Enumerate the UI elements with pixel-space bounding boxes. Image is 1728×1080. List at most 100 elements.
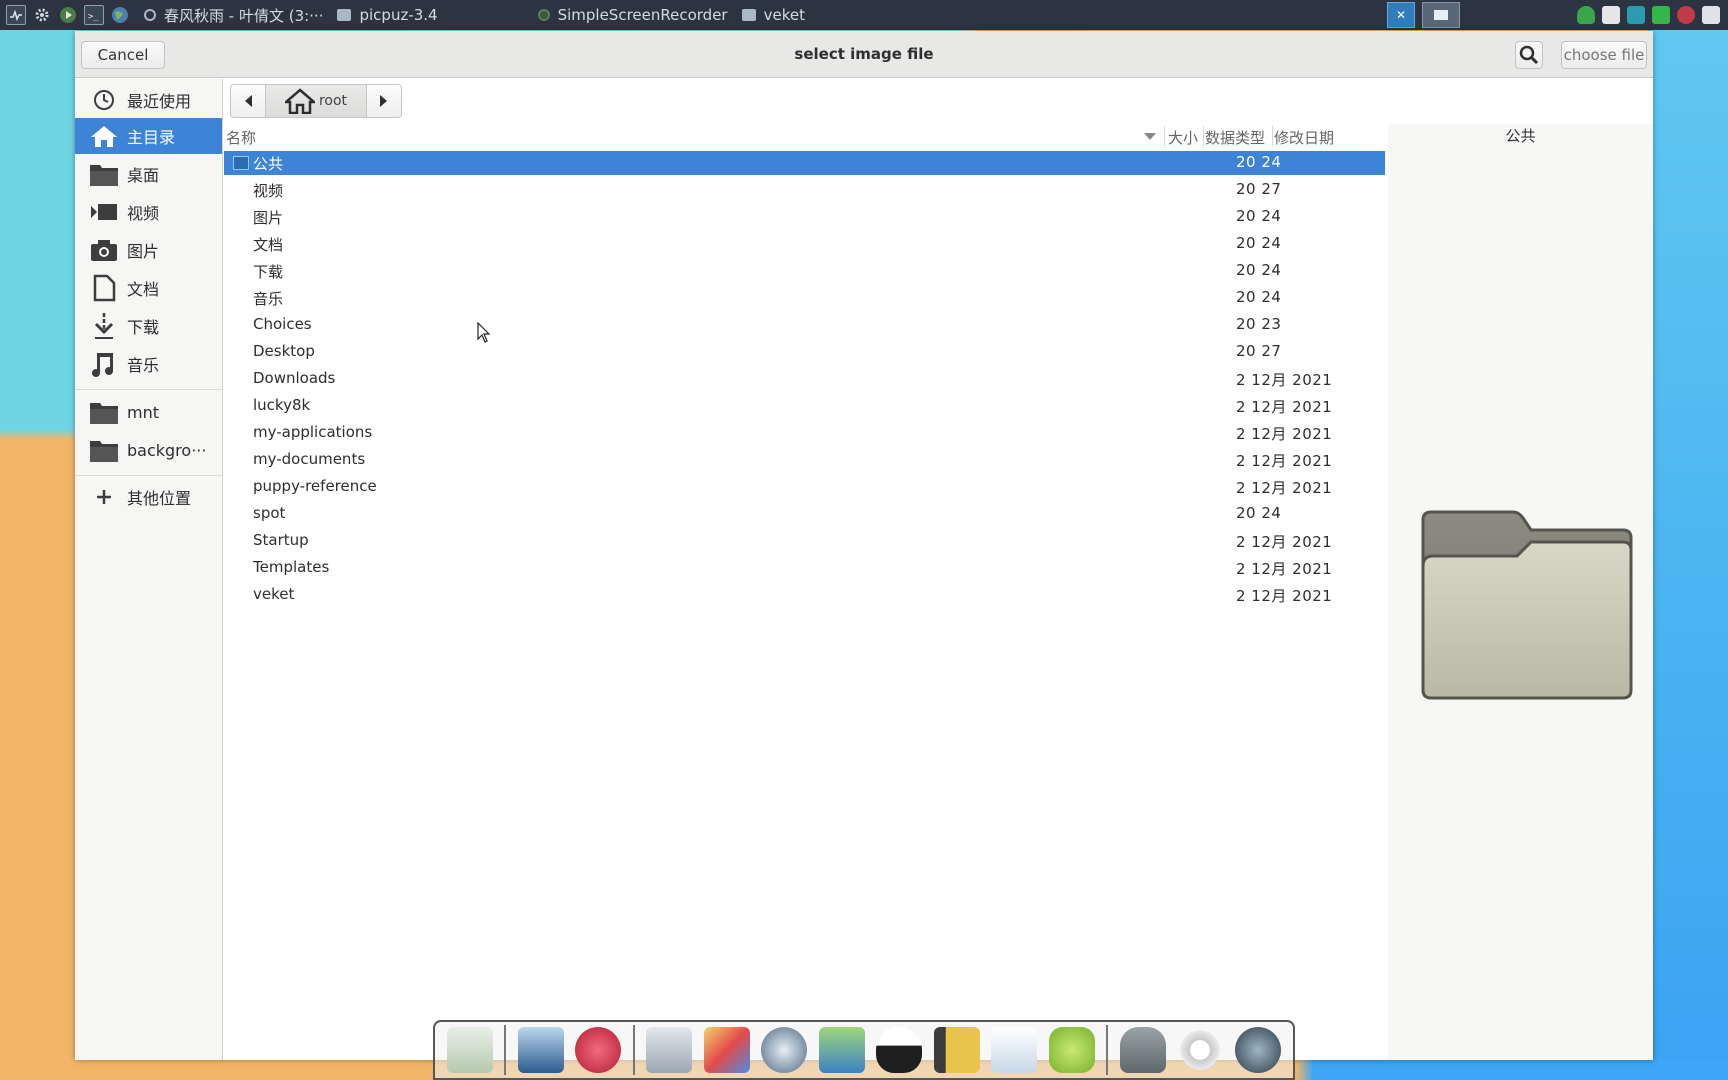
file-name: 公共 <box>253 155 284 173</box>
path-segment-label: root <box>318 93 348 109</box>
file-modified: 2 12月 2021 <box>1236 398 1333 416</box>
mouse-cursor-icon <box>477 322 491 343</box>
taskbar-task-label: picpuz-3.4 <box>359 6 438 24</box>
terminal-icon[interactable]: >_ <box>84 5 104 25</box>
file-row[interactable]: Downloads 2 12月 2021 <box>224 367 1385 391</box>
dock-separator <box>504 1025 507 1075</box>
globe-icon[interactable] <box>110 5 130 25</box>
file-row[interactable]: my-applications 2 12月 2021 <box>224 421 1385 445</box>
file-modified: 2 12月 2021 <box>1236 452 1333 470</box>
drive-icon[interactable] <box>1119 1027 1166 1073</box>
sidebar-item-home[interactable]: 主目录 <box>75 118 222 154</box>
taskbar-task-recorder[interactable]: SimpleScreenRecorder <box>537 6 728 24</box>
file-row[interactable]: my-documents 2 12月 2021 <box>224 448 1385 472</box>
paint-icon[interactable] <box>703 1027 750 1073</box>
file-modified: 20 24 <box>1236 504 1282 522</box>
file-modified: 2 12月 2021 <box>1236 533 1333 551</box>
file-row[interactable]: 下载 20 24 <box>224 259 1385 283</box>
sidebar-item-label: 视频 <box>127 204 160 223</box>
file-modified: 2 12月 2021 <box>1236 560 1333 578</box>
taskbar-task-veket[interactable]: veket <box>741 6 805 24</box>
svg-text:>_: >_ <box>88 12 99 21</box>
file-row[interactable]: 图片 20 24 <box>224 205 1385 229</box>
sidebar-divider <box>75 389 222 390</box>
sidebar-item-pictures[interactable]: 图片 <box>75 232 222 268</box>
play-icon[interactable] <box>58 5 78 25</box>
sidebar-divider <box>75 475 222 476</box>
file-row[interactable]: lucky8k 2 12月 2021 <box>224 394 1385 418</box>
sidebar-item-desktop[interactable]: 桌面 <box>75 156 222 192</box>
sidebar-item-background[interactable]: backgro··· <box>75 432 222 468</box>
file-row[interactable]: 视频 20 27 <box>224 178 1385 202</box>
column-modified[interactable]: 修改日期 <box>1274 127 1334 148</box>
sort-descending-icon <box>1144 133 1156 140</box>
file-row[interactable]: veket 2 12月 2021 <box>224 583 1385 607</box>
keyboard-icon[interactable] <box>1702 6 1720 24</box>
browser-globe-icon[interactable] <box>1235 1027 1281 1073</box>
file-row[interactable]: puppy-reference 2 12月 2021 <box>224 475 1385 499</box>
column-type[interactable]: 数据类型 <box>1205 127 1265 148</box>
folder-icon <box>89 399 119 425</box>
sidebar-item-label: backgro··· <box>127 440 207 460</box>
penguin-icon[interactable] <box>876 1027 923 1073</box>
top-taskbar: >_ 春风秋雨 - 叶倩文 (3:··· picpuz-3.4 SimpleSc… <box>0 0 1728 30</box>
path-segment-root[interactable]: root <box>266 84 366 118</box>
text-editor-icon[interactable] <box>646 1027 693 1073</box>
file-row[interactable]: Choices 20 23 <box>224 313 1385 337</box>
record-status-icon[interactable] <box>1677 6 1695 24</box>
network-icon[interactable] <box>1627 6 1645 24</box>
sidebar-item-recent[interactable]: 最近使用 <box>75 82 222 118</box>
desktop-switch-icon[interactable]: ✕ <box>1387 2 1415 28</box>
file-row[interactable]: Desktop 20 27 <box>224 340 1385 364</box>
record-icon <box>537 9 550 21</box>
help-icon[interactable] <box>1048 1027 1095 1073</box>
path-back-button[interactable] <box>230 84 266 118</box>
file-modified: 20 23 <box>1236 315 1282 333</box>
system-monitor-icon[interactable] <box>6 5 26 25</box>
choose-file-button[interactable]: choose file <box>1561 41 1647 69</box>
taskbar-task-music[interactable]: 春风秋雨 - 叶倩文 (3:··· <box>144 5 323 26</box>
contacts-book-icon[interactable] <box>933 1027 980 1073</box>
file-name: Templates <box>253 558 330 576</box>
sidebar-item-videos[interactable]: 视频 <box>75 194 222 230</box>
file-modified: 20 24 <box>1236 261 1282 279</box>
sidebar-item-other-locations[interactable]: 其他位置 <box>75 479 222 515</box>
sidebar-item-downloads[interactable]: 下载 <box>75 308 222 344</box>
computer-icon[interactable] <box>517 1027 564 1073</box>
battery-icon[interactable] <box>1652 6 1670 24</box>
column-size[interactable]: 大小 <box>1168 127 1198 148</box>
download-icon <box>89 312 119 340</box>
column-separator <box>1203 126 1204 146</box>
file-modified: 20 24 <box>1236 234 1282 252</box>
file-row[interactable]: Templates 2 12月 2021 <box>224 556 1385 580</box>
sidebar-item-documents[interactable]: 文档 <box>75 270 222 306</box>
file-row[interactable]: 公共 20 24 <box>224 151 1385 175</box>
file-chooser-dialog: Cancel select image file choose file 最近使… <box>75 31 1653 1060</box>
clipboard-icon[interactable] <box>1602 6 1620 24</box>
shield-icon[interactable] <box>1577 6 1595 24</box>
cancel-button[interactable]: Cancel <box>81 41 165 69</box>
file-row[interactable]: 文档 20 24 <box>224 232 1385 256</box>
file-manager-icon[interactable] <box>446 1027 493 1073</box>
path-forward-button[interactable] <box>366 84 402 118</box>
shared-folder-icon <box>233 156 249 170</box>
sidebar-item-mnt[interactable]: mnt <box>75 394 222 430</box>
show-desktop-button[interactable] <box>1422 2 1460 28</box>
file-row[interactable]: spot 20 24 <box>224 502 1385 526</box>
camera-icon <box>89 238 119 262</box>
file-row[interactable]: Startup 2 12月 2021 <box>224 529 1385 553</box>
chart-app-icon[interactable] <box>991 1027 1038 1073</box>
gear-icon[interactable] <box>32 5 52 25</box>
users-icon[interactable] <box>818 1027 865 1073</box>
search-icon <box>1519 45 1539 65</box>
search-button[interactable] <box>1515 41 1543 69</box>
file-modified: 20 24 <box>1236 153 1282 171</box>
column-name[interactable]: 名称 <box>226 127 256 148</box>
media-player-icon[interactable] <box>761 1027 808 1073</box>
sidebar-item-music[interactable]: 音乐 <box>75 346 222 382</box>
game-icon[interactable] <box>575 1027 622 1073</box>
file-row[interactable]: 音乐 20 24 <box>224 286 1385 310</box>
taskbar-task-picpuz[interactable]: picpuz-3.4 <box>337 6 438 24</box>
dock-separator <box>632 1025 635 1075</box>
settings-sun-icon[interactable] <box>1177 1027 1224 1073</box>
